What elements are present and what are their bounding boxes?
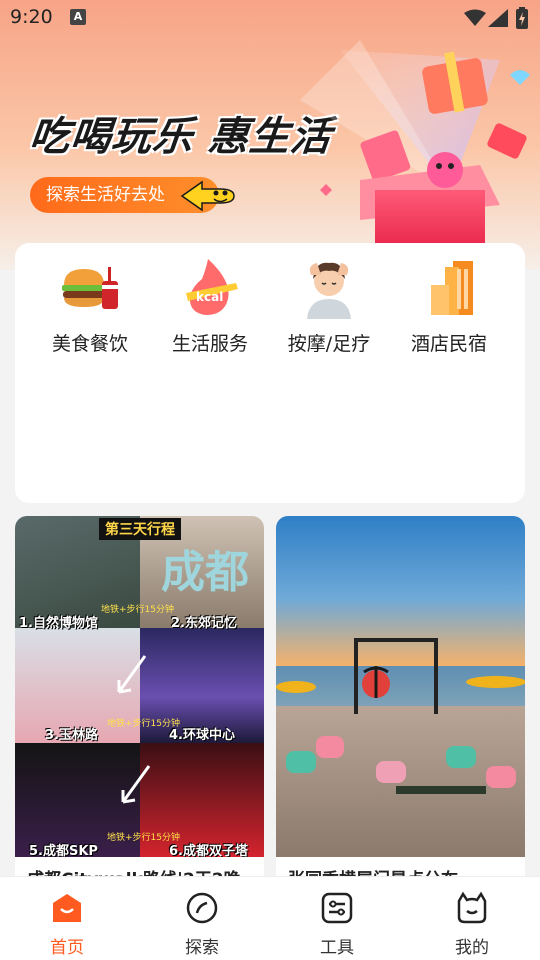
category-life-service[interactable]: kcal 生活服务 [150,255,270,356]
nav-label-explore: 探索 [185,938,219,958]
transit-note: 地铁+步行15分钟 [107,833,180,843]
notification-icon: A [70,9,86,25]
category-food[interactable]: 美食餐饮 [30,255,150,356]
nav-tools[interactable]: 工具 [292,891,382,958]
feed-card[interactable]: 张园秀横屋门是点分布 [276,516,525,896]
compass-icon [186,892,218,924]
category-hotel[interactable]: 酒店民宿 [389,255,509,356]
stop-label: 3.玉林路 [45,728,98,743]
massage-icon [307,262,351,319]
hotel-icon [431,261,473,315]
gift-box-illustration [300,40,530,250]
stop-label: 6.成都双子塔 [169,844,248,857]
feed-image-chengdu: 第三天行程 成都 1.自然博物馆 2.东郊记忆 3.玉林路 4.环球中心 5.成… [15,516,264,857]
feed-card[interactable]: 第三天行程 成都 1.自然博物馆 2.东郊记忆 3.玉林路 4.环球中心 5.成… [15,516,264,896]
transit-note: 地铁+步行15分钟 [101,605,174,615]
palm-sign-illustration [354,638,438,714]
route-arrow-icon [117,655,147,694]
stop-label: 1.自然博物馆 [19,616,98,631]
wifi-icon [464,9,486,26]
bottom-nav: 首页 探索 工具 我的 [0,876,540,960]
category-label: 酒店民宿 [410,333,487,355]
nav-explore[interactable]: 探索 [157,891,247,958]
status-bar: 9:20 A [0,0,540,36]
nav-label-home: 首页 [50,938,84,958]
hero-title: 吃喝玩乐 惠生活 [27,114,334,160]
category-massage[interactable]: 按摩/足疗 [269,255,389,356]
home-icon [53,894,81,922]
route-arrow-icon [121,765,151,804]
kcal-icon: kcal [186,259,238,315]
category-card: 美食餐饮 kcal 生活服务 按摩/足疗 酒店民宿 [15,243,525,503]
profile-icon [457,891,487,924]
category-label: 按摩/足疗 [287,333,371,355]
smiley-arrow-icon [180,180,235,212]
nav-label-profile: 我的 [455,938,489,958]
nav-home[interactable]: 首页 [22,891,112,958]
category-label: 生活服务 [171,333,248,355]
nav-profile[interactable]: 我的 [427,891,517,958]
tools-icon [321,892,353,924]
signal-icon [488,9,508,27]
status-time: 9:20 [10,6,53,28]
transit-note: 地铁+步行15分钟 [107,719,180,729]
battery-icon [516,7,528,29]
stop-label: 5.成都SKP [29,844,98,857]
hero-banner: 9:20 A 吃喝玩乐 惠生活 探索生活好去处 [0,0,540,270]
category-label: 美食餐饮 [51,333,128,355]
overlay-city: 成都 [161,547,249,598]
burger-icon [62,267,118,309]
feed-image-beach [276,516,525,857]
nav-label-tools: 工具 [320,938,354,958]
stop-label: 2.东郊记忆 [171,616,237,631]
svg-text:kcal: kcal [196,290,223,304]
